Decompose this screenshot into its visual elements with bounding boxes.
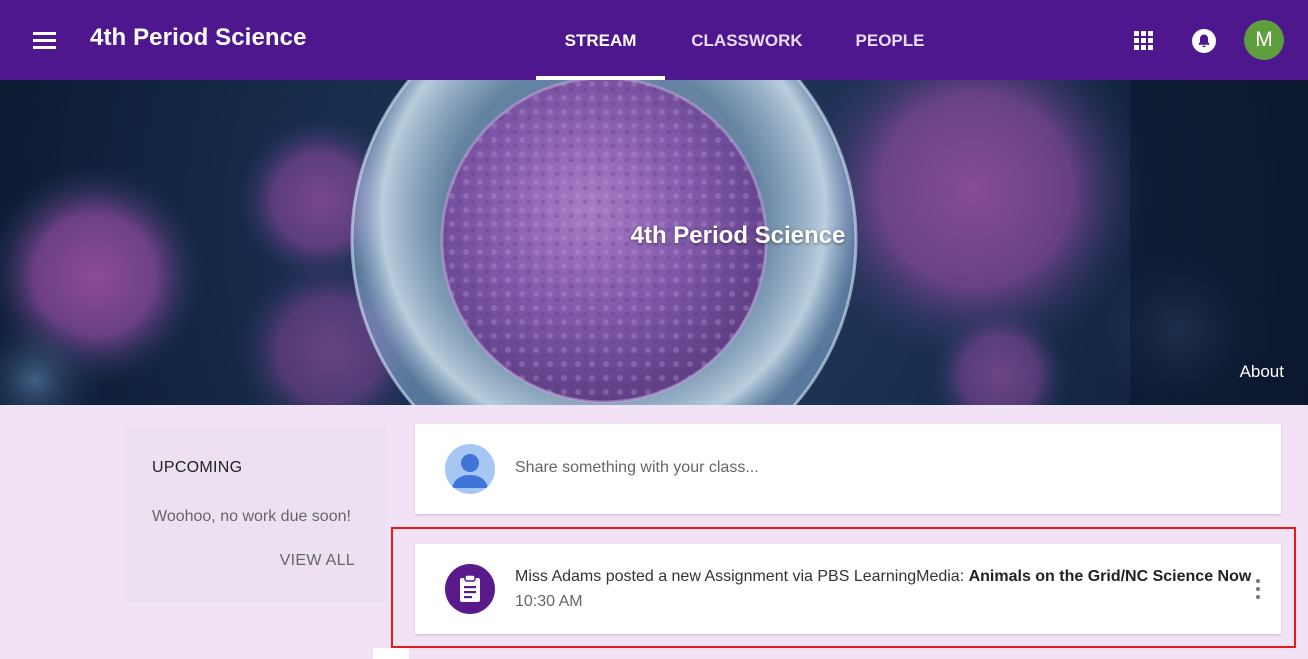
top-app-bar: 4th Period Science STREAM CLASSWORK PEOP… bbox=[0, 0, 1308, 80]
bell-icon[interactable] bbox=[1190, 27, 1218, 55]
banner-title: 4th Period Science bbox=[630, 222, 846, 249]
post-author: Miss Adams bbox=[515, 568, 602, 585]
share-box[interactable]: Share something with your class... bbox=[415, 424, 1281, 514]
post-action: posted a new Assignment via PBS Learning… bbox=[605, 568, 965, 585]
about-link[interactable]: About bbox=[1240, 362, 1284, 382]
class-title[interactable]: 4th Period Science bbox=[90, 24, 307, 52]
class-banner: 4th Period Science About bbox=[0, 80, 1308, 405]
user-avatar[interactable]: M bbox=[1244, 20, 1284, 60]
upcoming-empty-message: Woohoo, no work due soon! bbox=[152, 508, 351, 525]
upcoming-title: UPCOMING bbox=[152, 459, 243, 476]
tab-stream[interactable]: STREAM bbox=[536, 0, 665, 80]
share-placeholder: Share something with your class... bbox=[515, 459, 759, 476]
upcoming-card: UPCOMING Woohoo, no work due soon! VIEW … bbox=[123, 425, 386, 603]
assignment-title-link[interactable]: Animals on the Grid/NC Science Now bbox=[969, 568, 1252, 585]
assignment-icon bbox=[445, 564, 495, 614]
stream-post[interactable]: Miss Adams posted a new Assignment via P… bbox=[415, 544, 1281, 634]
view-all-button[interactable]: VIEW ALL bbox=[280, 552, 355, 570]
scroll-tab bbox=[373, 648, 409, 659]
menu-icon[interactable] bbox=[28, 26, 62, 56]
post-timestamp: 10:30 AM bbox=[515, 593, 583, 610]
tab-classwork[interactable]: CLASSWORK bbox=[682, 0, 812, 80]
more-options-icon[interactable] bbox=[1253, 577, 1263, 601]
post-text: Miss Adams posted a new Assignment via P… bbox=[515, 568, 1251, 586]
apps-grid-icon[interactable] bbox=[1130, 27, 1158, 55]
user-placeholder-avatar-icon bbox=[445, 444, 495, 494]
tab-people[interactable]: PEOPLE bbox=[846, 0, 934, 80]
